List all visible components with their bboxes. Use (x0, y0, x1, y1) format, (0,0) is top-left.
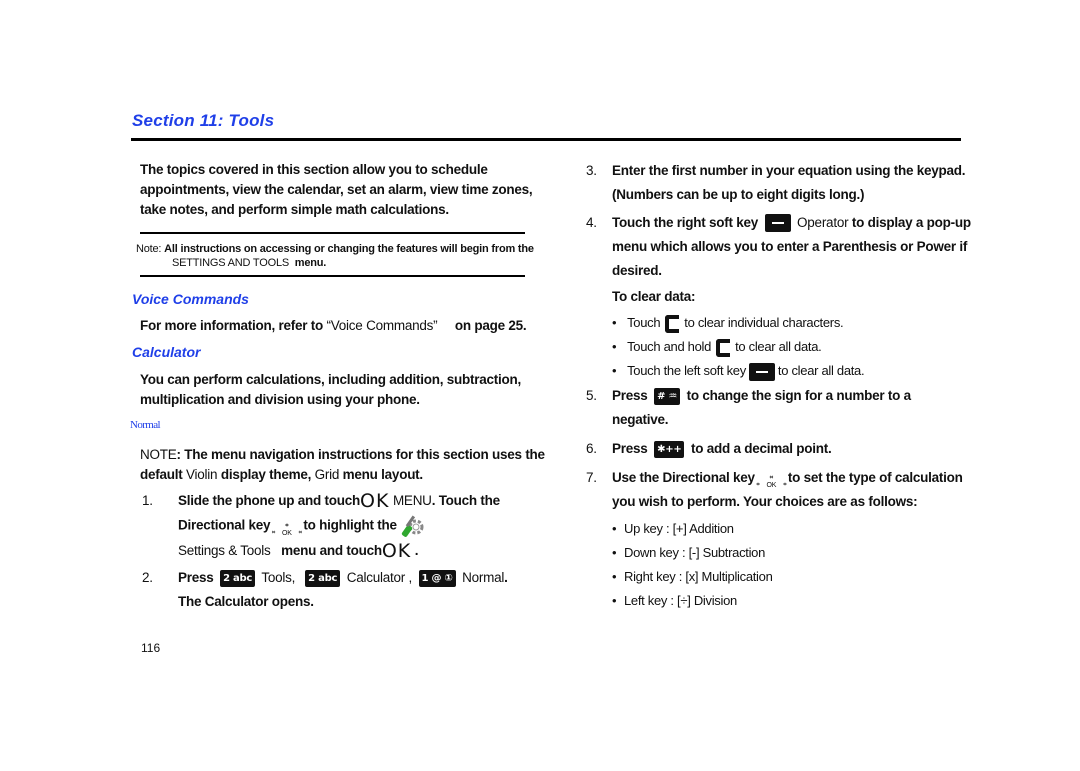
voice-commands-heading: Voice Commands (132, 291, 249, 307)
list-item: Down key : [-] Subtraction (612, 541, 912, 565)
step-7-text: Use the Directional key (612, 470, 755, 485)
settings-tools-label: Settings & Tools (178, 543, 271, 558)
voice-ref-page: on page 25. (454, 318, 527, 333)
list-item: Touch to clear individual characters. (612, 311, 992, 335)
clear-data-list: Touch to clear individual characters. Tou… (612, 311, 992, 383)
step-number: 3. (586, 163, 597, 178)
normal-label: Normal (462, 570, 505, 585)
step-number: 5. (586, 388, 597, 403)
step-6-text: to add a decimal point. (690, 441, 832, 456)
note-text-end: menu. (294, 257, 327, 269)
step-number: 2. (142, 570, 153, 585)
calculation-choices: Up key : [+] Addition Down key : [-] Sub… (612, 517, 912, 613)
directional-key-icon: ⌗ ⌗ OK ⌗ ⌗ (271, 523, 302, 537)
pound-key-icon: # ♒ (654, 387, 681, 405)
press-label: Press (612, 441, 648, 456)
note-label: Note: (136, 243, 162, 255)
press-label: Press (612, 388, 648, 403)
note-menu-name: SETTINGS AND TOOLS (172, 257, 290, 269)
settings-tools-icon (402, 515, 424, 537)
step-5: 5. Press # ♒ to change the sign for a nu… (586, 384, 926, 432)
note-box: Note: All instructions on accessing or c… (136, 242, 556, 270)
list-item-text: to clear all data. (735, 339, 822, 354)
step-1-text-b: . Touch the (431, 493, 501, 508)
list-item-text: to clear all data. (777, 363, 865, 378)
note-text: All instructions on accessing or changin… (164, 243, 534, 255)
calculator-label: Calculator , (346, 570, 413, 585)
ok-key-icon: OK (360, 490, 390, 512)
clear-key-icon (716, 338, 731, 357)
voice-ref-text: For more information, refer to (140, 318, 324, 333)
step-number: 7. (586, 470, 597, 485)
calculator-heading: Calculator (132, 344, 201, 360)
nav-note: NOTE: The menu navigation instructions f… (140, 445, 550, 485)
page-number: 116 (141, 641, 161, 655)
list-item: Right key : [x] Multiplication (612, 565, 912, 589)
step-number: 4. (586, 215, 597, 230)
list-item: Left key : [÷] Division (612, 589, 912, 613)
step-6: 6. Press ✱++ to add a decimal point. (586, 437, 986, 461)
section-title: Section 11: Tools (132, 111, 275, 130)
step-number: 6. (586, 441, 597, 456)
step-2: 2. Press 2 abc Tools, 2 abc Calculator , … (142, 566, 542, 614)
intro-paragraph: The topics covered in this section allow… (140, 162, 533, 217)
step-7: 7. Use the Directional key ⌗ ⌗ OK ⌗ ⌗ to set… (586, 466, 986, 514)
tools-label: Tools, (261, 570, 296, 585)
list-item-text: to clear individual characters. (684, 315, 844, 330)
list-item-text: Touch the left soft key (627, 363, 746, 378)
operator-label: Operator (797, 215, 849, 230)
ok-key-icon: OK (381, 540, 412, 562)
normal-subheading: Normal (130, 419, 161, 431)
title-divider (131, 138, 961, 141)
key-2-abc-icon: 2 abc (220, 569, 256, 587)
voice-commands-ref: For more information, refer to “Voice Co… (140, 316, 560, 336)
list-item: Touch the left soft key to clear all data… (612, 359, 992, 383)
list-item: Touch and hold to clear all data. (612, 335, 992, 359)
right-soft-key-icon (764, 214, 791, 233)
clear-data-heading: To clear data: (612, 289, 696, 304)
step-3-text: Enter the first number in your equation … (612, 163, 966, 202)
step-1: 1. Slide the phone up and touchOK MENU. T… (142, 489, 542, 563)
directional-key-icon: ⌗ ⌗ OK ⌗ ⌗ (756, 475, 787, 490)
left-soft-key-icon (748, 362, 775, 381)
step-4-text: Touch the right soft key (612, 215, 759, 230)
key-1-icon: 1 @ ① (418, 569, 456, 587)
step-1-text: Slide the phone up and touch (178, 493, 360, 508)
step-2-period: . (504, 570, 508, 585)
step-number: 1. (142, 493, 153, 508)
nav-note-label: NOTE (140, 447, 177, 462)
note-bottom-rule (140, 275, 525, 277)
list-item-text: Touch (627, 315, 661, 330)
menu-label: MENU (392, 493, 432, 508)
star-key-icon: ✱++ (654, 440, 685, 458)
voice-ref-link[interactable]: “Voice Commands” (327, 318, 438, 333)
nav-note-theme: Violin (186, 467, 218, 482)
step-3: 3. Enter the first number in your equati… (586, 159, 986, 207)
step-2-result: The Calculator opens. (178, 594, 314, 609)
calculator-intro: You can perform calculations, including … (140, 372, 522, 407)
press-label: Press (178, 570, 214, 585)
nav-note-layout: Grid (314, 467, 340, 482)
key-2-abc-icon: 2 abc (305, 569, 341, 587)
nav-note-text-b: display theme, (220, 467, 312, 482)
note-top-rule (140, 232, 525, 234)
list-item-text: Touch and hold (627, 339, 712, 354)
step-1-line2-b: to highlight the (303, 517, 397, 533)
list-item: Up key : [+] Addition (612, 517, 912, 541)
clear-key-icon (665, 314, 680, 333)
step-4: 4. Touch the right soft key Operator to … (586, 211, 986, 283)
nav-note-text-c: menu layout. (342, 467, 424, 482)
step-1-line2: Directional key (178, 517, 271, 533)
step-1-period: . (414, 543, 419, 558)
